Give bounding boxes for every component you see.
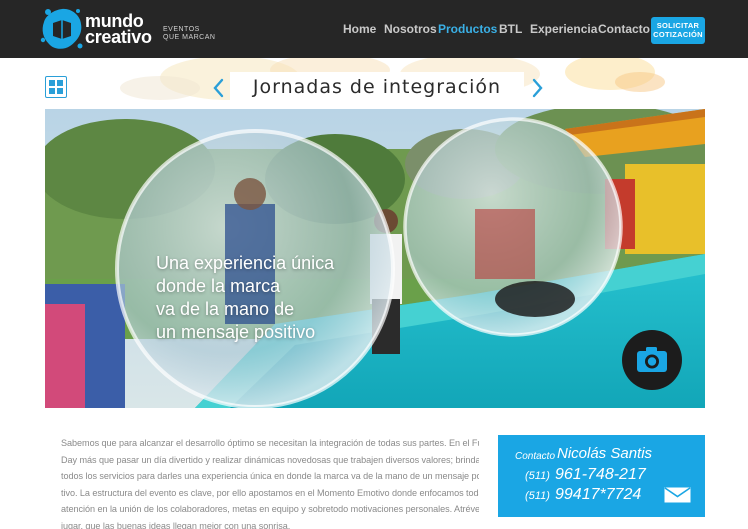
hero-photo: Una experiencia única donde la marca va … [45, 109, 705, 408]
event-description: Sabemos que para alcanzar el desarrollo … [61, 435, 479, 529]
request-quote-button[interactable]: SOLICITAR COTIZACIÓN [651, 17, 705, 44]
hero-caption-line: un mensaje positivo [156, 322, 316, 342]
nav-home[interactable]: Home [343, 22, 376, 36]
contact-card: Contacto Nicolás Santis (511) 961-748-21… [498, 435, 705, 517]
hero-illustration [45, 109, 705, 408]
description-line: jugar, que las buenas ideas llegan mejor… [61, 520, 291, 529]
brand-logo[interactable]: mundo creativo EVENTOS QUE MARCAN [40, 6, 220, 52]
page-title-box: Jornadas de integración [230, 72, 524, 102]
phone-prefix: (511) [525, 490, 550, 502]
chevron-right-icon[interactable] [530, 75, 546, 101]
grid-icon[interactable] [45, 76, 67, 98]
camera-icon [637, 347, 667, 372]
hero-caption: Una experiencia única donde la marca va … [156, 252, 334, 344]
hero-caption-line: va de la mano de [156, 299, 295, 319]
phone-prefix: (511) [525, 470, 550, 482]
chevron-left-icon[interactable] [210, 75, 226, 101]
nav-productos[interactable]: Productos [438, 22, 497, 36]
contact-label: Contacto [515, 451, 556, 462]
brand-logo-icon [40, 8, 83, 49]
description-line: atención en la unión de los colaboradore… [61, 504, 479, 514]
description-line: Day más que pasar un día divertido y rea… [61, 454, 479, 465]
description-line: Sabemos que para alcanzar el desarrollo … [61, 438, 479, 448]
site-header: mundo creativo EVENTOS QUE MARCAN Home N… [0, 0, 748, 58]
mail-icon[interactable] [664, 487, 691, 503]
description-line: tivo. La estructura del evento es clave,… [61, 487, 479, 498]
nav-nosotros[interactable]: Nosotros [384, 22, 437, 36]
phone-number[interactable]: 961-748-217 [555, 466, 646, 484]
brand-name: mundo creativo [85, 11, 152, 47]
hero-caption-line: donde la marca [156, 276, 281, 296]
nav-contacto[interactable]: Contacto [598, 22, 650, 36]
brand-tagline: EVENTOS QUE MARCAN [163, 26, 216, 41]
contact-name: Nicolás Santis [557, 445, 653, 462]
gallery-button[interactable] [622, 330, 682, 390]
nav-btl[interactable]: BTL [499, 22, 522, 36]
phone-number[interactable]: 99417*7724 [555, 486, 641, 504]
description-line: todos los servicios para darles una expe… [61, 471, 479, 481]
page-title: Jornadas de integración [252, 76, 502, 98]
hero-caption-line: Una experiencia única [156, 253, 335, 273]
nav-experiencia[interactable]: Experiencia [530, 22, 597, 36]
